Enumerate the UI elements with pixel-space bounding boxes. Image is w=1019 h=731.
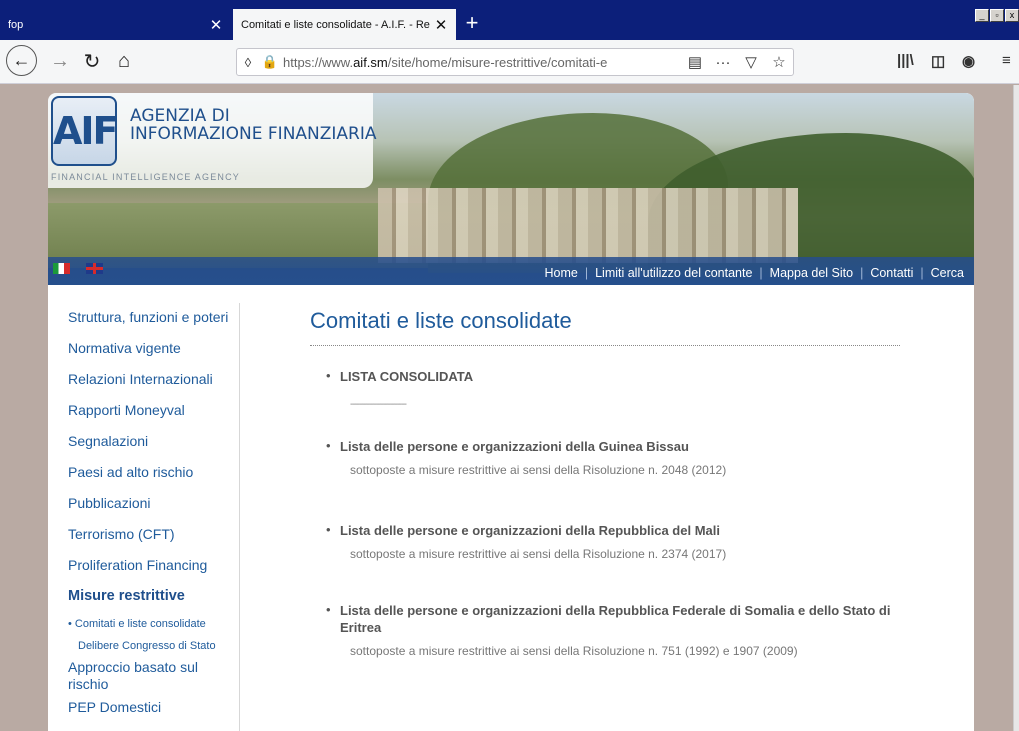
entry-link[interactable]: Lista delle persone e organizzazioni del… bbox=[340, 438, 900, 455]
topnav-contatti[interactable]: Contatti bbox=[870, 266, 913, 280]
logo-mark: AIF bbox=[51, 96, 119, 166]
site-container: AIF AGENZIA DI INFORMAZIONE FINANZIARIA … bbox=[48, 93, 974, 731]
reload-button[interactable]: ↻ bbox=[78, 47, 106, 75]
account-icon[interactable]: ◉ bbox=[962, 52, 975, 70]
shield-icon[interactable]: ◊ bbox=[237, 55, 259, 70]
tab-title: fop bbox=[8, 18, 24, 31]
entry-link[interactable]: Lista delle persone e organizzazioni del… bbox=[340, 522, 900, 539]
sidebar-item-moneyval[interactable]: Rapporti Moneyval bbox=[68, 396, 239, 427]
page-title: Comitati e liste consolidate bbox=[310, 308, 572, 333]
sidebar-item-terrorismo[interactable]: Terrorismo (CFT) bbox=[68, 520, 239, 551]
new-tab-button[interactable]: + bbox=[460, 12, 484, 34]
logo-subtitle: FINANCIAL INTELLIGENCE AGENCY bbox=[51, 172, 241, 182]
minimize-icon[interactable]: _ bbox=[975, 9, 989, 22]
entry-link[interactable]: Lista delle persone e organizzazioni del… bbox=[340, 602, 900, 636]
sidebar-item-paesi[interactable]: Paesi ad alto rischio bbox=[68, 458, 239, 489]
menu-icon[interactable]: ≡ bbox=[1002, 52, 1011, 69]
sidebar-item-misure-restrittive[interactable]: Misure restrittive bbox=[68, 582, 239, 613]
list-item: • LISTA CONSOLIDATA --------------------… bbox=[326, 368, 900, 438]
bookmark-star-icon[interactable]: ☆ bbox=[765, 53, 793, 71]
sidebar-item-pubblicazioni[interactable]: Pubblicazioni bbox=[68, 489, 239, 520]
site-logo[interactable]: AIF AGENZIA DI INFORMAZIONE FINANZIARIA … bbox=[48, 93, 377, 188]
sidebar-item-relazioni[interactable]: Relazioni Internazionali bbox=[68, 365, 239, 396]
close-icon[interactable]: ✕ bbox=[209, 16, 223, 34]
tab-comitati[interactable]: Comitati e liste consolidate - A.I.F. - … bbox=[233, 9, 456, 40]
topnav-mappa[interactable]: Mappa del Sito bbox=[770, 266, 853, 280]
nav-toolbar: ← → ↻ ⌂ ◊ 🔒 https://www.aif.sm/site/home… bbox=[0, 40, 1019, 84]
sidebar-item-approccio[interactable]: Approccio basato sul rischio bbox=[68, 657, 239, 699]
close-icon[interactable]: ✕ bbox=[434, 16, 448, 34]
entry-description: sottoposte a misure restrittive ai sensi… bbox=[350, 463, 727, 477]
sidebar-subitem-delibere[interactable]: Delibere Congresso di Stato bbox=[68, 635, 239, 657]
entry-dash: ------------------------ bbox=[350, 399, 407, 410]
entry-description: sottoposte a misure restrittive ai sensi… bbox=[350, 644, 798, 658]
logo-line1: AGENZIA DI bbox=[130, 106, 230, 126]
entry-link[interactable]: LISTA CONSOLIDATA bbox=[340, 368, 900, 385]
tab-title: Comitati e liste consolidate - A.I.F. - … bbox=[241, 18, 430, 31]
top-nav: Home | Limiti all'utilizzo del contante … bbox=[544, 266, 965, 280]
sidebar-subitem-comitati[interactable]: Comitati e liste consolidate bbox=[68, 613, 239, 635]
lock-icon[interactable]: 🔒 bbox=[259, 54, 281, 70]
window-controls: _ ▫ x bbox=[975, 9, 1019, 22]
sidebar-item-segnalazioni[interactable]: Segnalazioni bbox=[68, 427, 239, 458]
list-item: • Lista delle persone e organizzazioni d… bbox=[326, 522, 900, 602]
vertical-scrollbar[interactable] bbox=[1013, 85, 1019, 731]
sidebar-item-normativa[interactable]: Normativa vigente bbox=[68, 334, 239, 365]
side-nav: Struttura, funzioni e poteri Normativa v… bbox=[68, 303, 240, 731]
list-item: • Lista delle persone e organizzazioni d… bbox=[326, 602, 900, 682]
pocket-icon[interactable]: ▽ bbox=[737, 53, 765, 71]
sidebar-item-proliferation[interactable]: Proliferation Financing bbox=[68, 551, 239, 582]
url-bar[interactable]: ◊ 🔒 https://www.aif.sm/site/home/misure-… bbox=[236, 48, 794, 76]
library-icon[interactable]: |||\ bbox=[897, 52, 914, 69]
maximize-icon[interactable]: ▫ bbox=[990, 9, 1004, 22]
back-button[interactable]: ← bbox=[6, 45, 37, 76]
logo-line2: INFORMAZIONE FINANZIARIA bbox=[130, 124, 377, 144]
topnav-limiti[interactable]: Limiti all'utilizzo del contante bbox=[595, 266, 752, 280]
sidebar-item-pep[interactable]: PEP Domestici bbox=[68, 699, 239, 730]
close-window-icon[interactable]: x bbox=[1005, 9, 1019, 22]
topnav-cerca[interactable]: Cerca bbox=[931, 266, 964, 280]
title-divider bbox=[310, 345, 900, 346]
forward-button[interactable]: → bbox=[46, 47, 74, 75]
url-text[interactable]: https://www.aif.sm/site/home/misure-rest… bbox=[281, 55, 681, 70]
uk-flag-icon[interactable] bbox=[86, 263, 103, 274]
list-item: • Lista delle persone e organizzazioni d… bbox=[326, 438, 900, 522]
topnav-home[interactable]: Home bbox=[545, 266, 578, 280]
main-content: Comitati e liste consolidate • LISTA CON… bbox=[310, 308, 900, 682]
entry-description: sottoposte a misure restrittive ai sensi… bbox=[350, 547, 727, 561]
tab-fop[interactable]: fop ✕ bbox=[0, 9, 231, 40]
header-banner: AIF AGENZIA DI INFORMAZIONE FINANZIARIA … bbox=[48, 93, 974, 285]
more-actions-icon[interactable]: ··· bbox=[709, 54, 737, 71]
tab-strip: fop ✕ Comitati e liste consolidate - A.I… bbox=[0, 0, 1019, 40]
reader-view-icon[interactable]: ▤ bbox=[681, 53, 709, 71]
sidebar-item-struttura[interactable]: Struttura, funzioni e poteri bbox=[68, 303, 239, 334]
sidebar-icon[interactable]: ◫ bbox=[931, 52, 945, 70]
italian-flag-icon[interactable] bbox=[53, 263, 70, 274]
home-button[interactable]: ⌂ bbox=[110, 47, 138, 75]
page-viewport: AIF AGENZIA DI INFORMAZIONE FINANZIARIA … bbox=[0, 85, 1013, 731]
